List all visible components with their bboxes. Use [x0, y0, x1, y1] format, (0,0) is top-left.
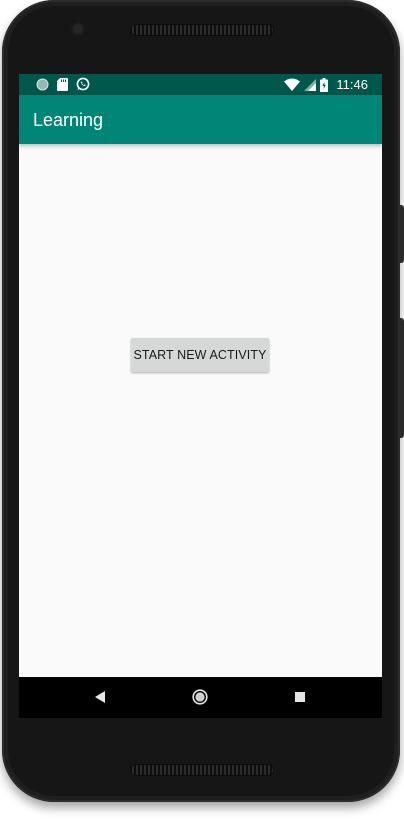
- sd-card-icon: [57, 77, 68, 91]
- notification-dot-icon: [36, 78, 49, 91]
- status-bar-system: 11:46: [284, 76, 368, 93]
- device-screen: 11:46 Learning START NEW ACTIVITY: [19, 74, 382, 718]
- top-speaker: [130, 24, 274, 36]
- back-icon[interactable]: [95, 691, 105, 703]
- battery-icon: [320, 77, 329, 92]
- status-bar: 11:46: [19, 74, 382, 95]
- status-time: 11:46: [336, 77, 368, 92]
- power-button: [400, 205, 404, 263]
- cell-signal-icon: [304, 78, 317, 91]
- navigation-bar: [19, 677, 382, 718]
- volume-button: [400, 318, 404, 438]
- wifi-icon: [284, 78, 301, 91]
- bottom-speaker: [130, 764, 274, 776]
- home-icon[interactable]: [192, 689, 208, 705]
- recents-icon[interactable]: [295, 692, 305, 702]
- front-camera: [73, 24, 83, 34]
- app-title: Learning: [33, 110, 104, 130]
- main-content: START NEW ACTIVITY: [19, 144, 382, 677]
- status-bar-notifications: [36, 77, 90, 91]
- start-new-activity-button[interactable]: START NEW ACTIVITY: [131, 338, 269, 372]
- page: 11:46 Learning START NEW ACTIVITY: [0, 0, 404, 820]
- app-bar: Learning: [19, 95, 382, 144]
- whatsapp-icon: [76, 77, 90, 91]
